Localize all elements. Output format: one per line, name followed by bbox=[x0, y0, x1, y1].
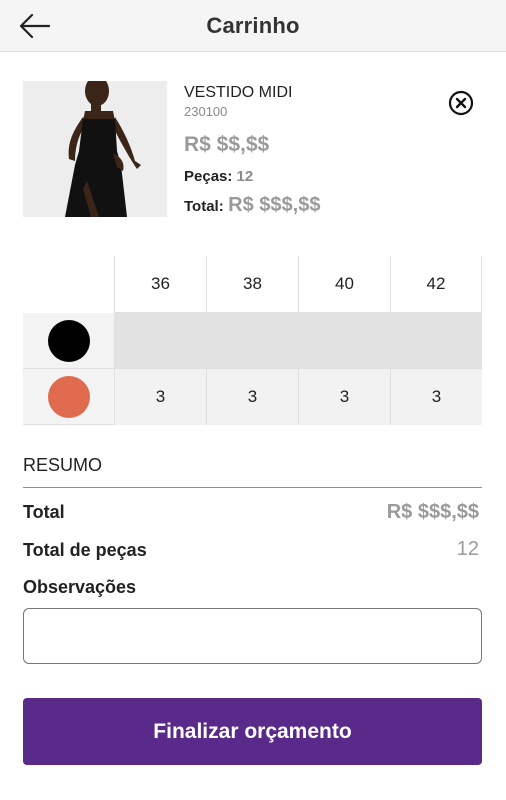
color-row-header bbox=[23, 369, 114, 425]
size-header: 38 bbox=[206, 256, 298, 313]
pieces-label: Peças: bbox=[184, 168, 233, 185]
product-total: Total: R$ $$$,$$ bbox=[184, 194, 320, 217]
summary-pieces-label: Total de peças bbox=[23, 540, 147, 560]
summary-title: RESUMO bbox=[23, 455, 103, 475]
quantity-cell[interactable]: 3 bbox=[206, 369, 298, 425]
product-total-label: Total: bbox=[184, 198, 224, 215]
quantity-cell[interactable]: 3 bbox=[298, 369, 390, 425]
size-color-grid: 36 38 40 42 3 3 3 3 bbox=[23, 256, 482, 425]
product-pieces: Peças: 12 bbox=[184, 168, 253, 185]
quantity-cell[interactable]: 3 bbox=[390, 369, 482, 425]
app-header: Carrinho bbox=[0, 0, 506, 52]
finalize-quote-button[interactable]: Finalizar orçamento bbox=[23, 698, 482, 765]
size-header: 42 bbox=[390, 256, 482, 313]
notes-label: Observações bbox=[23, 577, 137, 597]
product-total-value: R$ $$$,$$ bbox=[228, 194, 321, 216]
dress-model-illustration bbox=[23, 81, 167, 217]
summary-pieces-value: 12 bbox=[456, 538, 479, 560]
color-swatch[interactable] bbox=[48, 320, 90, 362]
product-name: VESTIDO MIDI bbox=[184, 84, 293, 101]
page-title: Carrinho bbox=[206, 13, 300, 38]
color-swatch[interactable] bbox=[48, 376, 90, 418]
summary-total-label: Total bbox=[23, 502, 65, 522]
pieces-value: 12 bbox=[236, 168, 254, 185]
size-header: 40 bbox=[298, 256, 390, 313]
color-row-header bbox=[23, 313, 114, 369]
notes-input[interactable] bbox=[23, 608, 482, 664]
product-price: R$ $$,$$ bbox=[184, 133, 270, 156]
size-header: 36 bbox=[114, 256, 206, 313]
unavailable-row bbox=[114, 313, 482, 369]
product-code: 230100 bbox=[184, 104, 228, 119]
summary-divider bbox=[23, 487, 482, 488]
product-image bbox=[23, 81, 167, 217]
summary-total-value: R$ $$$,$$ bbox=[386, 501, 479, 523]
close-circle-icon[interactable] bbox=[447, 89, 475, 117]
quantity-cell[interactable]: 3 bbox=[114, 369, 206, 425]
